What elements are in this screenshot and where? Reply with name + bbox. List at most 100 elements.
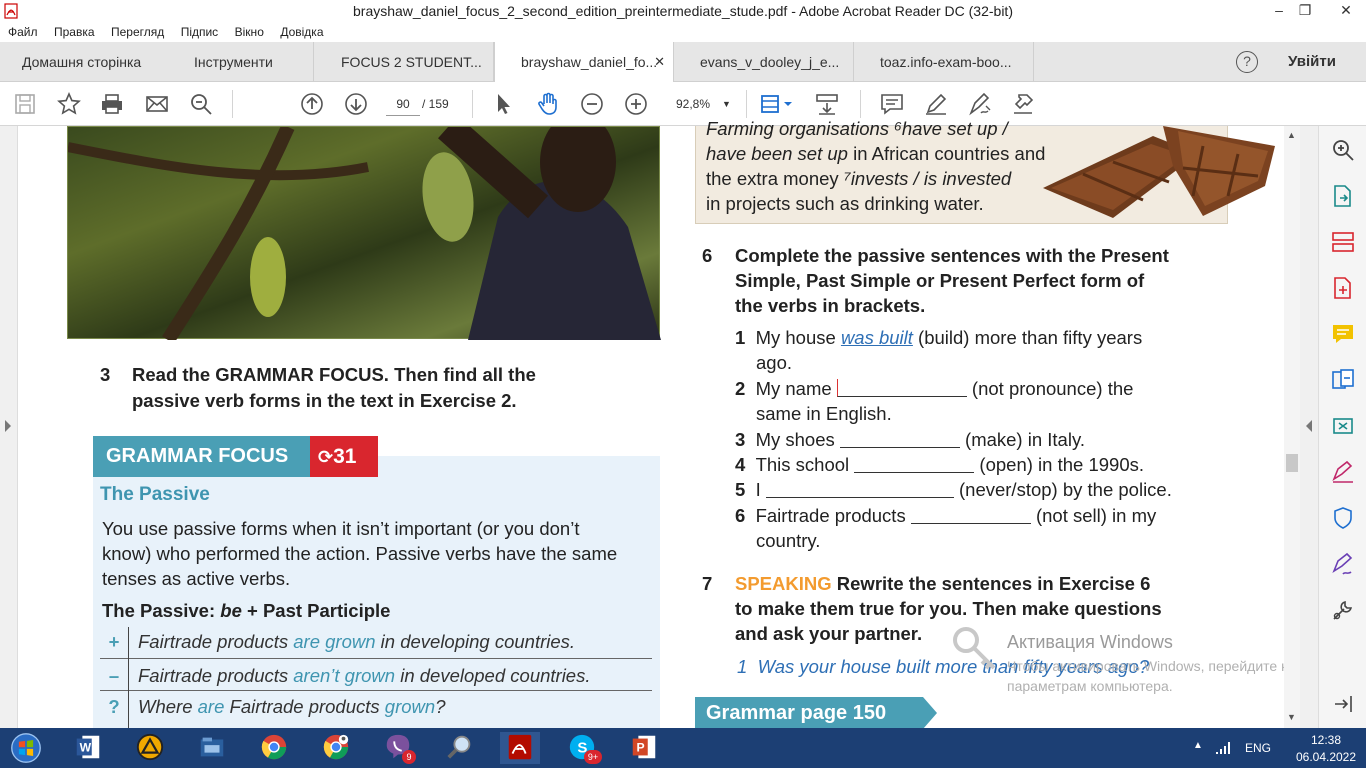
edit-pdf-icon[interactable] — [1331, 414, 1355, 438]
bookmark-star-icon[interactable] — [57, 92, 81, 116]
network-icon[interactable] — [1214, 740, 1232, 756]
zoom-in-icon[interactable] — [624, 92, 648, 116]
skype-app-icon[interactable]: S 9+ — [562, 732, 602, 764]
print-icon[interactable] — [100, 92, 124, 116]
grammar-focus-label: GRAMMAR FOCUS — [93, 436, 310, 477]
archicad-app-icon[interactable] — [130, 732, 170, 764]
select-cursor-icon[interactable] — [492, 92, 516, 116]
save-icon[interactable] — [13, 92, 37, 116]
menu-file[interactable]: Файл — [0, 22, 38, 39]
close-tab-icon[interactable]: ✕ — [654, 42, 665, 82]
collapse-right-icon — [1306, 420, 1312, 432]
menu-edit[interactable]: Правка — [42, 22, 95, 39]
item-blank[interactable] — [839, 430, 960, 448]
scroll-up-icon[interactable]: ▲ — [1287, 130, 1296, 140]
export-pdf-icon[interactable] — [1331, 184, 1355, 208]
next-page-icon[interactable] — [344, 92, 368, 116]
left-panel-toggle[interactable] — [0, 126, 18, 728]
exercise-6-item-5: 5 I (never/stop) by the police. — [735, 477, 1172, 502]
row-text-part: in developing countries. — [375, 631, 576, 652]
grammar-page-banner-arrow — [923, 697, 937, 729]
fairtrade-line-4: in projects such as drinking water. — [706, 193, 984, 214]
previous-page-icon[interactable] — [300, 92, 324, 116]
send-for-signature-icon[interactable] — [1331, 552, 1355, 576]
stamp-icon[interactable] — [1011, 92, 1035, 116]
windows-taskbar: W 9 S 9+ P ▲ ENG 12:38 06.04.2022 — [0, 728, 1366, 768]
zoom-level-select[interactable]: 92,8% ▼ — [672, 92, 736, 116]
fairtrade-line-3: the extra money ⁷invests / is invested — [706, 166, 1011, 191]
clock-date[interactable]: 06.04.2022 — [1292, 750, 1360, 764]
fill-sign-icon[interactable] — [1331, 460, 1355, 484]
combine-files-icon[interactable] — [1331, 368, 1355, 392]
start-button[interactable] — [4, 732, 48, 764]
formula-part: The Passive: — [102, 600, 221, 621]
item-blank[interactable] — [910, 506, 1031, 524]
item-blank[interactable] — [836, 379, 967, 397]
email-icon[interactable] — [145, 92, 169, 116]
cocoa-farmer-photo — [67, 112, 661, 445]
tab-bar: Домашня сторінка Інструменти FOCUS 2 STU… — [0, 42, 1366, 83]
collapse-pane-icon[interactable] — [1331, 692, 1355, 716]
item-text: (build) more than fifty years — [912, 327, 1143, 348]
scroll-down-icon[interactable]: ▼ — [1287, 712, 1296, 722]
search-app-icon[interactable] — [440, 732, 480, 764]
item-blank[interactable] — [854, 455, 975, 473]
item-blank[interactable] — [765, 480, 954, 498]
zoom-out-icon[interactable] — [580, 92, 604, 116]
tab-doc-brayshaw[interactable]: brayshaw_daniel_fo... ✕ — [494, 42, 674, 83]
tab-doc-evans[interactable]: evans_v_dooley_j_e... — [674, 42, 854, 82]
highlight-pen-icon[interactable] — [924, 92, 948, 116]
menu-view[interactable]: Перегляд — [99, 22, 164, 39]
grammar-focus-arrow-icon: ⟳ — [318, 447, 334, 467]
zoom-pane-icon[interactable] — [1331, 138, 1355, 162]
exercise-3-number: 3 — [100, 364, 111, 385]
comment-icon[interactable] — [880, 92, 904, 116]
menu-sign[interactable]: Підпис — [169, 22, 219, 39]
scroll-mode-icon[interactable] — [815, 92, 839, 116]
hand-tool-icon[interactable] — [536, 92, 560, 116]
zoom-search-icon[interactable] — [189, 92, 213, 116]
protect-shield-icon[interactable] — [1331, 506, 1355, 530]
chrome-app-icon[interactable] — [254, 732, 294, 764]
chrome-guest-app-icon[interactable] — [316, 732, 356, 764]
powerpoint-app-icon[interactable]: P — [624, 732, 664, 764]
item-text: My shoes — [755, 429, 840, 450]
close-window-button[interactable]: ✕ — [1326, 0, 1366, 22]
help-icon[interactable]: ? — [1236, 51, 1258, 73]
language-indicator[interactable]: ENG — [1245, 741, 1271, 755]
page-layout-icon[interactable] — [760, 92, 794, 116]
scroll-thumb[interactable] — [1286, 454, 1298, 472]
row-text-part: in developed countries. — [395, 665, 591, 686]
create-pdf-icon[interactable] — [1331, 276, 1355, 300]
show-hidden-icons-icon[interactable]: ▲ — [1193, 740, 1203, 751]
organize-pages-icon[interactable] — [1331, 230, 1355, 254]
sign-in-button[interactable]: Увійти — [1288, 53, 1336, 70]
tab-doc-toaz[interactable]: toaz.info-exam-boo... — [854, 42, 1034, 82]
tools-pane — [1318, 126, 1366, 728]
row-text-part: ? — [435, 696, 446, 717]
tab-tools[interactable]: Інструменти — [194, 42, 314, 82]
comment-pane-icon[interactable] — [1331, 322, 1355, 346]
clock-time[interactable]: 12:38 — [1298, 733, 1354, 747]
item-text: (open) in the 1990s. — [974, 454, 1144, 475]
right-panel-toggle[interactable] — [1300, 126, 1318, 728]
page-number-input[interactable]: 90 — [386, 92, 420, 116]
word-app-icon[interactable]: W — [68, 732, 108, 764]
draw-sign-icon[interactable] — [968, 92, 992, 116]
example-number: 1 — [737, 656, 748, 677]
menu-help[interactable]: Довідка — [268, 22, 323, 39]
more-tools-icon[interactable] — [1331, 598, 1355, 622]
activation-watermark-text: Чтобы активировать Windows, перейдите к … — [1007, 656, 1287, 696]
tab-doc-focus2[interactable]: FOCUS 2 STUDENT... — [314, 42, 494, 82]
tab-home[interactable]: Домашня сторінка — [22, 42, 182, 82]
menu-bar: Файл Правка Перегляд Підпис Вікно Довідк… — [0, 22, 1366, 42]
tab-doc-toaz-label: toaz.info-exam-boo... — [880, 54, 1012, 70]
menu-window[interactable]: Вікно — [223, 22, 264, 39]
exercise-6-line-1: Complete the passive sentences with the … — [735, 245, 1169, 266]
vertical-scrollbar[interactable]: ▲ ▼ — [1284, 126, 1300, 728]
file-explorer-icon[interactable] — [192, 732, 232, 764]
exercise-3-line-2: passive verb forms in the text in Exerci… — [132, 390, 517, 411]
acrobat-app-icon[interactable] — [500, 732, 540, 764]
maximize-button[interactable]: ❐ — [1290, 0, 1320, 22]
viber-app-icon[interactable]: 9 — [378, 732, 418, 764]
